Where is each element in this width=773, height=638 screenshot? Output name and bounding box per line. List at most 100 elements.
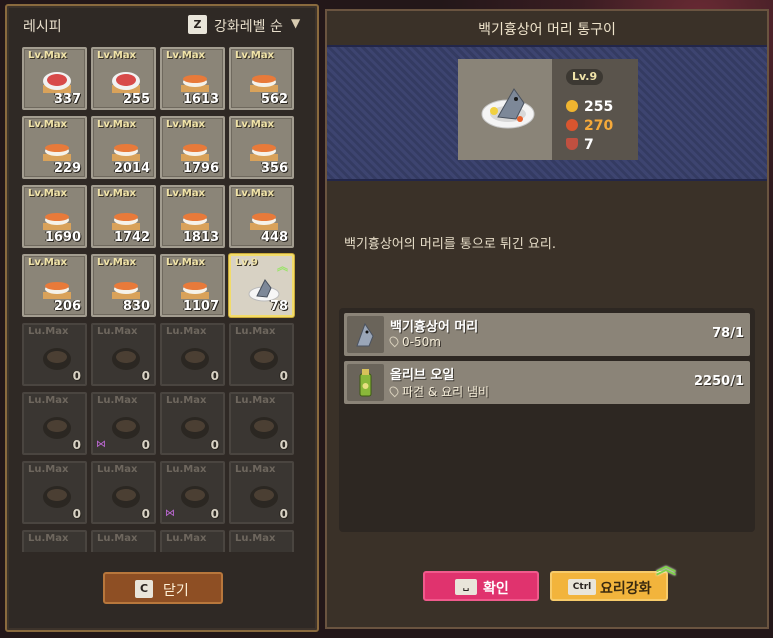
ingredient-name: 백기흉상어 머리 — [390, 320, 479, 335]
upgrade-available-icon: ︽ — [656, 554, 676, 578]
recipe-slot[interactable]: Lu.Max 0 — [22, 392, 87, 455]
sort-dropdown[interactable]: 강화레벨 순 — [214, 16, 283, 36]
recipe-count: 206 — [53, 299, 81, 314]
recipe-slot[interactable]: Lv.Max 1813 — [160, 185, 225, 248]
recipe-slot[interactable]: Lv.Max 1613 — [160, 47, 225, 110]
recipe-level: Lv.Max — [97, 50, 137, 61]
recipe-slot[interactable]: Lv.Max 255 — [91, 47, 156, 110]
recipe-level: Lv.9 — [235, 257, 258, 268]
dish-image — [458, 59, 552, 160]
bowl-icon — [250, 486, 278, 508]
ingredient-list: 백기흉상어 머리 0-50m 78/1 올리브 오일 파견 & 요리 냄비 22… — [339, 308, 755, 532]
recipe-count: 0 — [279, 438, 288, 452]
recipe-count: 0 — [210, 438, 219, 452]
recipe-detail-panel: 백기흉상어 머리 통구이 Lv.9 255 270 7 백기흉상어의 머리를 통… — [325, 9, 769, 629]
recipe-description: 백기흉상어의 머리를 통으로 튀긴 요리. — [344, 237, 557, 252]
recipe-slot[interactable]: Lv.Max 356 — [229, 116, 294, 179]
detail-banner: Lv.9 255 270 7 — [327, 45, 767, 181]
ingredient-row[interactable]: 백기흉상어 머리 0-50m 78/1 — [344, 313, 750, 356]
recipe-slot[interactable]: Lv.Max 1796 — [160, 116, 225, 179]
ingredient-name: 올리브 오일 — [390, 368, 455, 383]
recipe-slot[interactable]: Lu.Max 0 — [229, 323, 294, 386]
servings-value: 7 — [584, 137, 594, 153]
recipe-slot[interactable]: Lv.Max 1742 — [91, 185, 156, 248]
recipe-slot[interactable]: Lu.Max — [229, 530, 294, 552]
recipe-slot[interactable]: Lv.Max 337 — [22, 47, 87, 110]
recipe-level: Lu.Max — [97, 326, 138, 337]
confirm-button[interactable]: ␣ 확인 — [423, 571, 539, 601]
recipe-count: 0 — [279, 507, 288, 521]
recipe-count: 0 — [141, 507, 150, 521]
dish-stats: Lv.9 255 270 7 — [552, 59, 638, 160]
recipe-slot[interactable]: Lv.Max 562 — [229, 47, 294, 110]
recipe-level: Lu.Max — [166, 326, 207, 337]
recipe-slot[interactable]: Lv.Max 830 — [91, 254, 156, 317]
recipe-level: Lu.Max — [97, 464, 138, 475]
recipe-count: 337 — [53, 92, 81, 107]
recipe-slot[interactable]: Lu.Max — [91, 530, 156, 552]
recipe-slot[interactable]: Lv.Max 206 — [22, 254, 87, 317]
recipe-slot[interactable]: Lu.Max 0 — [22, 461, 87, 524]
recipe-slot[interactable]: Lu.Max 0 — [91, 461, 156, 524]
coin-icon — [566, 100, 578, 112]
recipe-level: Lu.Max — [97, 395, 138, 406]
recipe-slot[interactable]: Lu.Max 0 — [160, 392, 225, 455]
recipe-slot[interactable]: Lu.Max 0 — [91, 323, 156, 386]
ribbon-icon: ⋈ — [165, 508, 175, 519]
ingredient-quantity: 78/1 — [712, 326, 744, 341]
close-key-hint: C — [135, 580, 153, 598]
recipe-slot[interactable]: Lu.Max — [160, 530, 225, 552]
taste-icon — [566, 119, 578, 131]
recipe-slot[interactable]: Lv.Max 448 — [229, 185, 294, 248]
price-value: 255 — [584, 99, 614, 115]
recipe-level: Lv.Max — [28, 257, 68, 268]
recipe-slot[interactable]: Lv.Max 1690 — [22, 185, 87, 248]
recipe-level: Lu.Max — [166, 533, 207, 544]
close-label: 닫기 — [163, 583, 189, 599]
recipe-slot[interactable]: Lu.Max — [22, 530, 87, 552]
recipe-count: 1107 — [182, 299, 219, 314]
bowl-icon — [181, 486, 209, 508]
recipe-count: 0 — [72, 507, 81, 521]
recipe-count: 255 — [122, 92, 150, 107]
recipe-level: Lv.Max — [166, 257, 206, 268]
recipe-count: 0 — [72, 369, 81, 383]
upgrade-recipe-button[interactable]: Ctrl 요리강화 — [550, 571, 668, 601]
recipe-slot[interactable]: Lu.Max 0 — [22, 323, 87, 386]
taste-value: 270 — [584, 118, 614, 134]
recipe-slot[interactable]: Lu.Max 0 — [160, 323, 225, 386]
recipe-slot[interactable]: Lv.Max 1107 — [160, 254, 225, 317]
recipe-slot[interactable]: Lu.Max 0 ⋈ — [160, 461, 225, 524]
recipe-level: Lv.Max — [166, 188, 206, 199]
servings-stat: 7 — [566, 137, 594, 153]
recipe-level: Lv.Max — [28, 50, 68, 61]
recipe-level: Lv.Max — [28, 188, 68, 199]
recipe-level: Lv.Max — [97, 257, 137, 268]
recipe-slot[interactable]: Lv.Max 229 — [22, 116, 87, 179]
sort-key-hint[interactable]: Z — [188, 15, 207, 34]
recipe-level: Lu.Max — [166, 464, 207, 475]
recipe-detail-title: 백기흉상어 머리 통구이 — [478, 22, 616, 38]
recipe-panel: 레시피 Z 강화레벨 순 ▼ Lv.Max 337 Lv.Max 255 Lv.Max 1… — [5, 4, 319, 632]
recipe-count: 0 — [210, 369, 219, 383]
recipe-slot[interactable]: Lv.9 78 ︽ — [229, 254, 294, 317]
recipe-slot[interactable]: Lv.Max 2014 — [91, 116, 156, 179]
dropdown-triangle-icon[interactable]: ▼ — [291, 16, 300, 30]
recipe-panel-title: 레시피 — [23, 19, 62, 35]
recipe-count: 0 — [210, 507, 219, 521]
bowl-icon — [43, 486, 71, 508]
recipe-level: Lu.Max — [28, 533, 69, 544]
space-key-hint: ␣ — [455, 579, 477, 595]
bowl-icon — [247, 550, 281, 552]
location-pin-icon — [387, 334, 401, 348]
ingredient-row[interactable]: 올리브 오일 파견 & 요리 냄비 2250/1 — [344, 361, 750, 404]
bowl-icon — [109, 550, 143, 552]
confirm-label: 확인 — [483, 581, 509, 597]
recipe-slot[interactable]: Lu.Max 0 — [229, 461, 294, 524]
recipe-level: Lu.Max — [235, 533, 276, 544]
close-button[interactable]: C 닫기 — [103, 572, 223, 604]
recipe-slot[interactable]: Lu.Max 0 — [229, 392, 294, 455]
recipe-level: Lu.Max — [235, 464, 276, 475]
recipe-slot[interactable]: Lu.Max 0 ⋈ — [91, 392, 156, 455]
ctrl-key-hint: Ctrl — [568, 579, 596, 595]
